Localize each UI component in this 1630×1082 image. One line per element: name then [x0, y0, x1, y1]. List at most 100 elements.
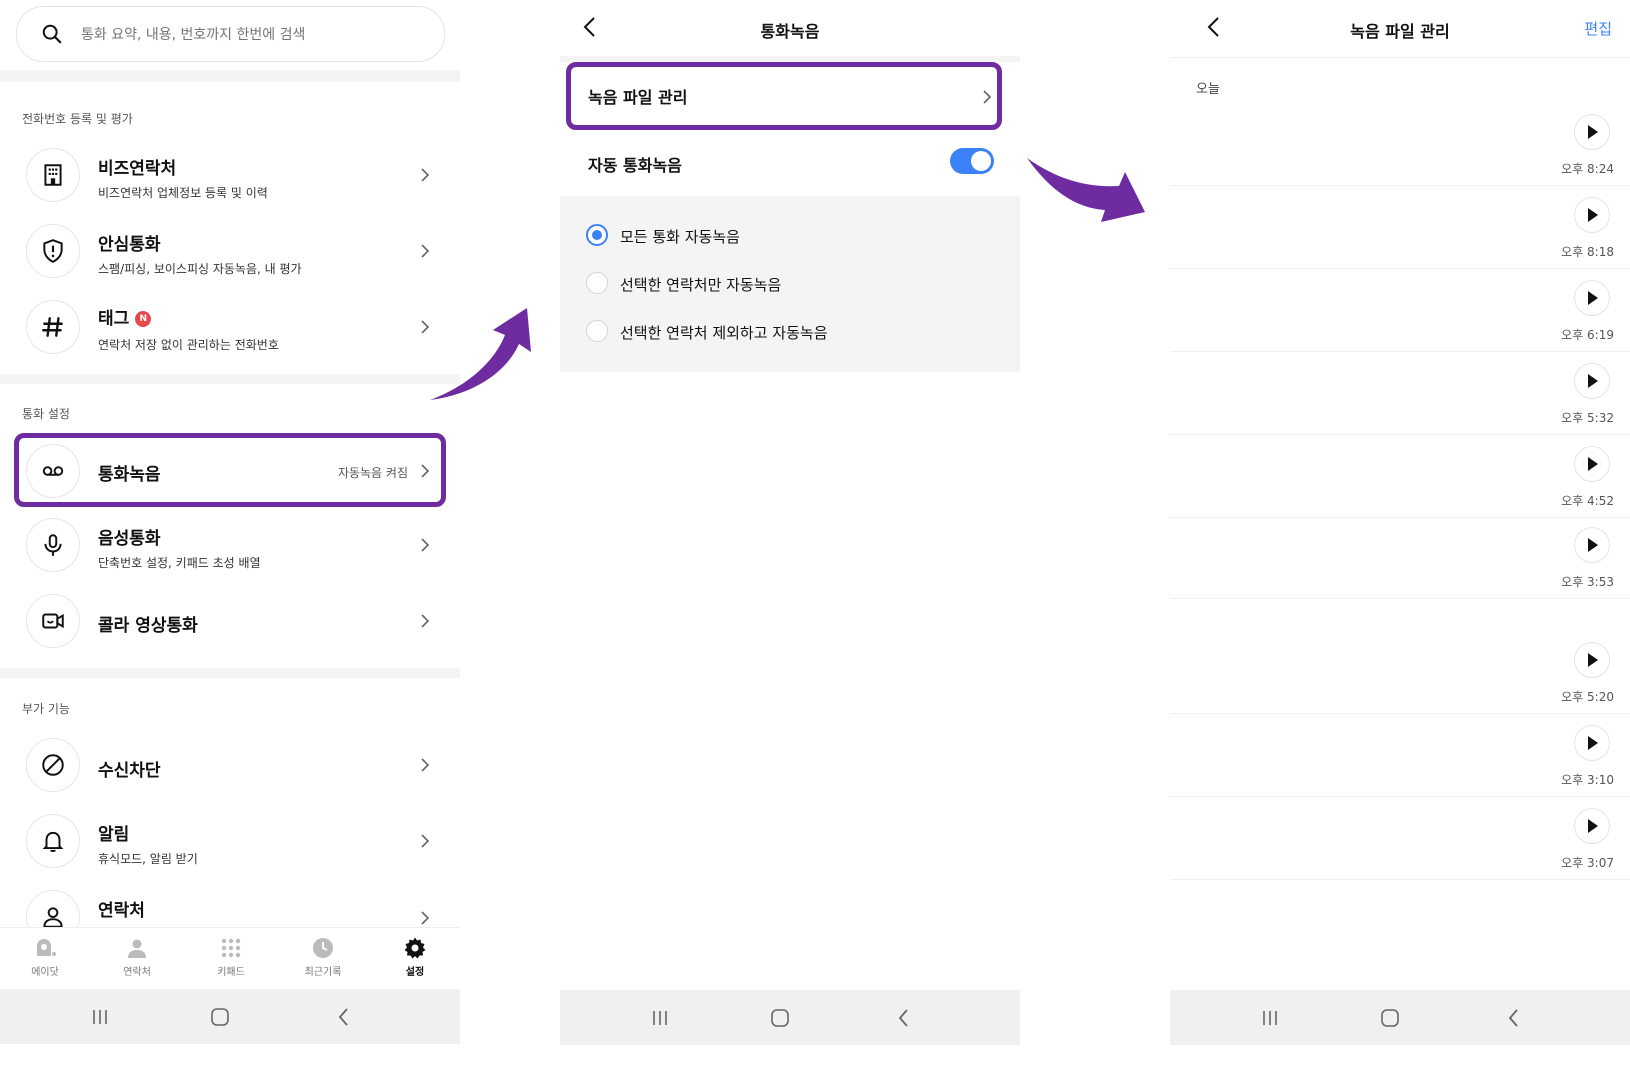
auto-record-options: 모든 통화 자동녹음 선택한 연락처만 자동녹음 선택한 연락처 제외하고 자동… [560, 196, 1020, 372]
nav-label: 설정 [405, 967, 425, 978]
row-subtitle: 연락처 저장 없이 관리하는 전화번호 [98, 338, 279, 352]
divider [0, 70, 460, 82]
row-title: 수신차단 [98, 761, 161, 781]
row-title: 안심통화 [98, 235, 161, 255]
row-tag[interactable]: 태그 N 연락처 저장 없이 관리하는 전화번호 [0, 290, 460, 364]
person-icon [128, 939, 146, 958]
play-icon[interactable] [1574, 808, 1610, 844]
radio-selected-contacts[interactable] [586, 272, 608, 294]
row-alarm[interactable]: 알림 휴식모드, 알림 받기 [0, 804, 460, 878]
row-subtitle: 휴식모드, 알림 받기 [98, 852, 198, 866]
adot-icon [37, 939, 56, 956]
nav-adot[interactable]: 에이닷 [10, 936, 80, 978]
nav-settings[interactable]: 설정 [380, 936, 450, 978]
chevron-right-icon [421, 614, 430, 628]
nav-label: 연락처 [123, 967, 151, 978]
recording-item[interactable]: 오후 8:24 [1170, 102, 1630, 186]
search-bar[interactable] [16, 6, 445, 62]
recording-item[interactable]: 오후 5:20 [1170, 630, 1630, 714]
recording-item[interactable]: 오후 3:53 [1170, 515, 1630, 599]
row-title: 비즈연락처 [98, 159, 177, 179]
home-icon[interactable] [208, 1005, 232, 1029]
auto-record-toggle[interactable] [950, 148, 994, 174]
radio-label: 선택한 연락처만 자동녹음 [620, 276, 782, 294]
row-title: 음성통화 [98, 529, 161, 549]
chevron-right-icon [421, 834, 430, 848]
home-icon[interactable] [1378, 1006, 1402, 1030]
play-icon[interactable] [1574, 725, 1610, 761]
search-input[interactable] [79, 19, 423, 51]
section-label-call-settings: 통화 설정 [22, 407, 70, 421]
edit-button[interactable]: 편집 [1584, 18, 1612, 39]
row-call-block[interactable]: 수신차단 [0, 728, 460, 802]
recording-time: 오후 3:10 [1561, 773, 1614, 787]
recording-time: 오후 3:07 [1561, 856, 1614, 870]
hash-icon [26, 300, 80, 354]
nav-recent[interactable]: 최근기록 [288, 936, 358, 978]
video-camera-icon [26, 594, 80, 648]
recent-apps-icon[interactable] [88, 1005, 112, 1029]
flow-arrow-icon [430, 308, 531, 400]
row-title: 콜라 영상통화 [98, 616, 198, 636]
nav-contacts[interactable]: 연락처 [102, 936, 172, 978]
recording-item[interactable]: 오후 5:32 [1170, 351, 1630, 435]
radio-exclude-contacts[interactable] [586, 320, 608, 342]
date-label-today: 오늘 [1196, 82, 1220, 97]
shield-icon [26, 224, 80, 278]
row-video-call[interactable]: 콜라 영상통화 [0, 584, 460, 658]
row-title: 연락처 [98, 901, 145, 921]
nav-label: 최근기록 [304, 967, 342, 978]
play-icon[interactable] [1574, 114, 1610, 150]
play-icon[interactable] [1574, 280, 1610, 316]
auto-record-label: 자동 통화녹음 [588, 156, 682, 175]
recent-apps-icon[interactable] [1258, 1006, 1282, 1030]
flow-arrow-icon [1027, 158, 1145, 222]
row-contacts[interactable]: 연락처 [0, 880, 460, 927]
person-icon [26, 890, 80, 927]
recording-item[interactable]: 오후 6:19 [1170, 268, 1630, 352]
clock-icon [313, 938, 333, 958]
section-label-register: 전화번호 등록 및 평가 [22, 112, 133, 126]
settings-panel: 전화번호 등록 및 평가 비즈연락처 비즈연락처 업체정보 등록 및 이력 안심… [0, 0, 460, 1082]
recording-time: 오후 3:53 [1561, 575, 1614, 589]
row-title: 태그 N [98, 304, 152, 329]
row-title: 알림 [98, 825, 130, 845]
chevron-right-icon [421, 538, 430, 552]
microphone-icon [26, 518, 80, 572]
back-icon[interactable] [892, 1006, 916, 1030]
row-subtitle: 스팸/피싱, 보이스피싱 자동녹음, 내 평가 [98, 262, 302, 276]
play-icon[interactable] [1574, 527, 1610, 563]
row-voice-call[interactable]: 음성통화 단축번호 설정, 키패드 초성 배열 [0, 508, 460, 582]
nav-keypad[interactable]: 키패드 [196, 936, 266, 978]
recent-apps-icon[interactable] [648, 1006, 672, 1030]
recording-time: 오후 8:18 [1561, 245, 1614, 259]
play-icon[interactable] [1574, 363, 1610, 399]
back-icon[interactable] [1502, 1006, 1526, 1030]
chevron-right-icon [421, 758, 430, 772]
building-icon [26, 148, 80, 202]
play-icon[interactable] [1574, 446, 1610, 482]
system-navigation-bar [1170, 990, 1630, 1045]
row-safe-call[interactable]: 안심통화 스팸/피싱, 보이스피싱 자동녹음, 내 평가 [0, 214, 460, 288]
divider [1170, 57, 1630, 58]
row-biz-contact[interactable]: 비즈연락처 비즈연락처 업체정보 등록 및 이력 [0, 138, 460, 212]
highlight-box [566, 62, 1002, 130]
recording-item[interactable]: 오후 4:52 [1170, 434, 1630, 518]
page-title: 통화녹음 [760, 22, 820, 41]
gear-icon [404, 937, 426, 959]
divider [0, 374, 460, 384]
recording-item[interactable]: 오후 3:10 [1170, 713, 1630, 797]
recording-time: 오후 5:32 [1561, 411, 1614, 425]
radio-all-calls[interactable] [586, 224, 608, 246]
radio-label: 모든 통화 자동녹음 [620, 228, 740, 246]
play-icon[interactable] [1574, 197, 1610, 233]
back-icon[interactable] [332, 1005, 356, 1029]
play-icon[interactable] [1574, 642, 1610, 678]
recording-item[interactable]: 오후 8:18 [1170, 185, 1630, 269]
home-icon[interactable] [768, 1006, 792, 1030]
recording-item[interactable]: 오후 3:07 [1170, 796, 1630, 880]
search-icon [42, 24, 62, 44]
recording-time: 오후 4:52 [1561, 494, 1614, 508]
radio-label: 선택한 연락처 제외하고 자동녹음 [620, 324, 828, 342]
toggle-knob [971, 151, 991, 171]
